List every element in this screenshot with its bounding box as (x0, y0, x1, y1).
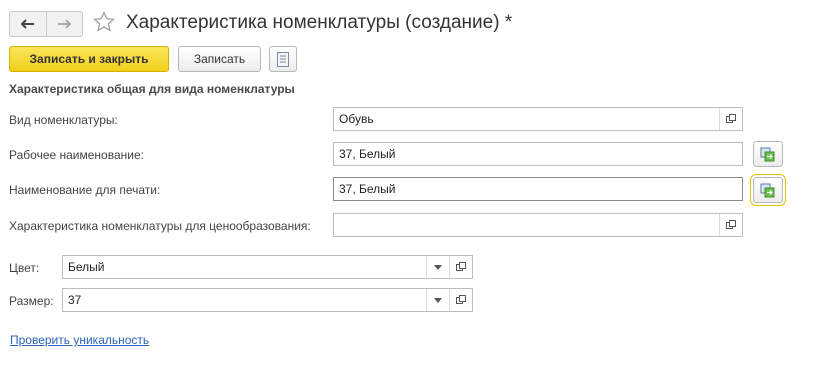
save-and-close-button[interactable]: Записать и закрыть (9, 46, 169, 72)
work-name-field[interactable]: 37, Белый (333, 142, 743, 166)
forward-button[interactable] (45, 12, 83, 36)
open-button[interactable] (719, 108, 742, 130)
generate-work-name-button[interactable] (753, 141, 783, 167)
size-field[interactable]: 37 (62, 288, 473, 312)
print-name-field[interactable]: 37, Белый (333, 177, 743, 201)
kind-label: Вид номенклатуры: (9, 113, 118, 127)
dropdown-button[interactable] (426, 256, 449, 278)
open-button[interactable] (449, 256, 472, 278)
window-title: Характеристика номенклатуры (создание) * (126, 12, 513, 33)
arrow-left-icon (20, 19, 34, 29)
star-icon (93, 11, 115, 32)
size-value: 37 (68, 293, 82, 307)
kind-value: Обувь (339, 112, 374, 126)
print-name-value: 37, Белый (339, 182, 396, 196)
work-name-value: 37, Белый (339, 147, 396, 161)
open-icon (726, 114, 736, 123)
open-icon (456, 262, 466, 271)
document-list-icon (277, 51, 289, 67)
color-field[interactable]: Белый (62, 255, 473, 279)
color-label: Цвет: (9, 261, 40, 275)
chevron-down-icon (434, 297, 442, 303)
group-title: Характеристика общая для вида номенклату… (9, 82, 295, 96)
pricing-field[interactable] (333, 213, 743, 237)
open-icon (456, 295, 466, 304)
print-name-label: Наименование для печати: (9, 183, 161, 197)
kind-field[interactable]: Обувь (333, 107, 743, 131)
check-uniqueness-link[interactable]: Проверить уникальность (10, 333, 149, 347)
work-name-label: Рабочее наименование: (9, 148, 144, 162)
open-button[interactable] (449, 289, 472, 311)
generate-name-icon (760, 183, 775, 197)
nav-buttons (9, 11, 83, 37)
pricing-value (334, 214, 719, 236)
generate-name-icon (760, 147, 775, 161)
back-button[interactable] (10, 12, 46, 36)
open-icon (726, 220, 736, 229)
generate-print-name-button[interactable] (750, 174, 786, 206)
size-label: Размер: (9, 294, 54, 308)
dropdown-button[interactable] (426, 289, 449, 311)
open-button[interactable] (719, 214, 742, 236)
color-value: Белый (68, 260, 105, 274)
more-actions-button[interactable] (269, 46, 297, 72)
chevron-down-icon (434, 264, 442, 270)
arrow-right-icon (58, 19, 72, 29)
pricing-label: Характеристика номенклатуры для ценообра… (9, 219, 311, 233)
favorite-button[interactable] (93, 11, 115, 33)
save-button[interactable]: Записать (178, 46, 261, 72)
